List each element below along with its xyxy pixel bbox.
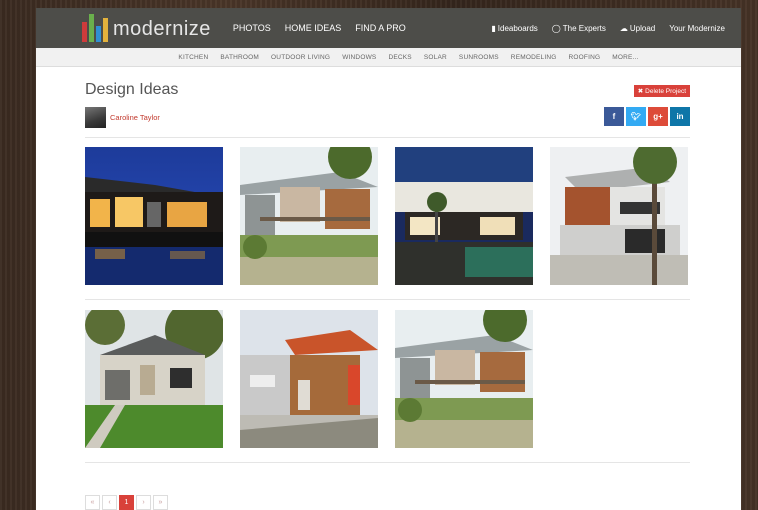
cat-solar[interactable]: SOLAR [424,54,447,61]
book-icon: ▮ [491,23,496,33]
photo-thumbnail[interactable] [395,147,533,285]
night-pool-house-image [85,147,223,285]
chat-bubble-icon: ◯ [551,23,561,33]
photo-thumbnail[interactable] [240,147,378,285]
nav-home-ideas[interactable]: HOME IDEAS [285,23,342,33]
twitter-share-button[interactable]: 🐦︎ [626,107,646,126]
nav-the-experts[interactable]: ◯ The Experts [552,24,606,33]
category-nav: KITCHEN BATHROOM OUTDOOR LIVING WINDOWS … [36,48,741,67]
cat-bathroom[interactable]: BATHROOM [220,54,259,61]
cat-roofing[interactable]: ROOFING [569,54,601,61]
google-plus-share-button[interactable]: g+ [648,107,668,126]
nav-find-a-pro[interactable]: FIND A PRO [355,23,406,33]
close-icon: ✖ [637,88,644,95]
nav-ideaboards-label: Ideaboards [497,23,538,33]
photo-row-2 [85,310,690,448]
main-nav: PHOTOS HOME IDEAS FIND A PRO [233,23,406,33]
author-name-link[interactable]: Caroline Taylor [110,113,160,122]
photo-thumbnail[interactable] [395,310,533,448]
stone-lawn-house-image [85,310,223,448]
delete-project-button[interactable]: ✖ Delete Project [633,85,690,97]
cat-decks[interactable]: DECKS [388,54,411,61]
nav-ideaboards[interactable]: ▮ Ideaboards [491,24,537,33]
cat-sunrooms[interactable]: SUNROOMS [459,54,499,61]
page-title: Design Ideas [85,81,179,98]
cat-more[interactable]: MORE... [612,54,638,61]
pagination-first[interactable]: « [85,495,100,510]
nav-the-experts-label: The Experts [562,23,606,33]
nav-upload-label: Upload [629,23,656,33]
top-navbar: modernize PHOTOS HOME IDEAS FIND A PRO ▮… [36,8,741,48]
photo-thumbnail[interactable] [550,147,688,285]
linkedin-share-button[interactable]: in [670,107,690,126]
pagination: « ‹ 1 › » [85,495,168,510]
nav-your-modernize[interactable]: Your Modernize [669,24,725,33]
pagination-next[interactable]: › [136,495,151,510]
photo-thumbnail[interactable] [85,310,223,448]
photo-thumbnail[interactable] [240,310,378,448]
cat-outdoor-living[interactable]: OUTDOOR LIVING [271,54,330,61]
nav-photos[interactable]: PHOTOS [233,23,271,33]
wood-cantilever-house-image [550,147,688,285]
pagination-prev[interactable]: ‹ [102,495,117,510]
cloud-upload-icon: ☁ [619,23,628,33]
main-content: Design Ideas ✖ Delete Project Caroline T… [36,67,741,510]
wood-facade-house-image [240,310,378,448]
courtyard-pool-house-image [395,147,533,285]
twitter-bird-icon: 🐦︎ [630,112,642,121]
pagination-page-1[interactable]: 1 [119,495,134,510]
divider-top [85,137,690,138]
deck-garden-house-image [240,147,378,285]
photo-thumbnail[interactable] [85,147,223,285]
avatar[interactable] [85,107,106,128]
brand-name: modernize [113,18,211,40]
cat-remodeling[interactable]: REMODELING [511,54,557,61]
logo-bars-icon [82,14,108,42]
facebook-share-button[interactable]: f [604,107,624,126]
social-share: f 🐦︎ g+ in [604,107,690,126]
delete-project-label: Delete Project [645,87,686,95]
divider-bottom [85,462,690,463]
brand-logo[interactable]: modernize [82,14,211,42]
nav-upload[interactable]: ☁ Upload [620,24,655,33]
page-container: modernize PHOTOS HOME IDEAS FIND A PRO ▮… [36,8,741,510]
user-nav: ▮ Ideaboards ◯ The Experts ☁ Upload Your… [491,24,741,33]
photo-row-1 [85,147,690,285]
divider-middle [85,299,690,300]
cat-windows[interactable]: WINDOWS [342,54,376,61]
deck-garden-house-image [395,310,533,448]
cat-kitchen[interactable]: KITCHEN [178,54,208,61]
pagination-last[interactable]: » [153,495,168,510]
author-info: Caroline Taylor [85,107,160,128]
